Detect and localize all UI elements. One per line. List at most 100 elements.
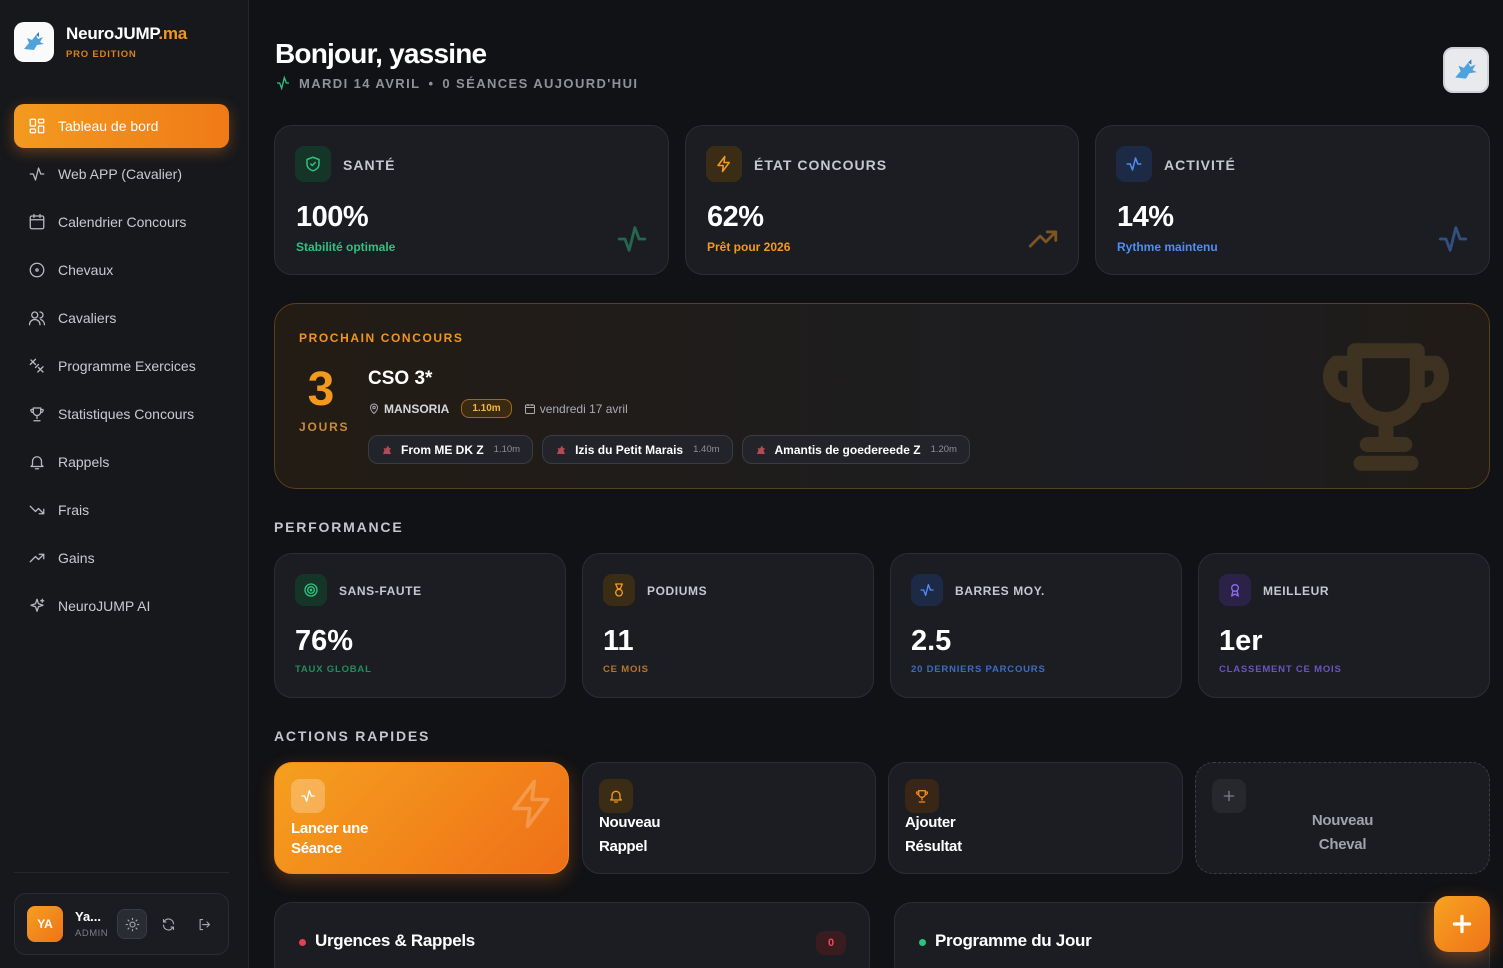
logout-icon — [199, 918, 210, 930]
next-competition-label: PROCHAIN CONCOURS — [299, 331, 464, 345]
brand-name: NeuroJUMP.ma — [66, 24, 188, 43]
brand-logo-icon — [1455, 59, 1477, 79]
sidebar-item-label: NeuroJUMP AI — [58, 598, 151, 614]
map-pin-icon — [369, 403, 379, 414]
stat-value: 14% — [1117, 201, 1174, 233]
trophy-icon — [1322, 343, 1450, 471]
perf-value: 76% — [295, 625, 354, 657]
shield-check-icon — [295, 146, 331, 182]
competition-date: vendredi 17 avril — [539, 401, 628, 416]
sidebar-item-label: Web APP (Cavalier) — [58, 166, 182, 182]
users-icon — [28, 311, 46, 326]
horse-height: 1.40m — [693, 444, 720, 455]
refresh-button[interactable] — [153, 909, 183, 939]
target-icon — [295, 574, 327, 606]
sidebar-item-label: Rappels — [58, 454, 110, 470]
new-horse-button[interactable]: Nouveau Cheval — [1195, 762, 1490, 874]
horse-icon — [557, 445, 566, 454]
performance-title: PERFORMANCE — [274, 519, 404, 535]
sidebar-item-ai[interactable]: NeuroJUMP AI — [14, 584, 229, 628]
plus-icon — [1212, 779, 1246, 813]
sidebar-item-programme[interactable]: Programme Exercices — [14, 344, 229, 388]
status-dot — [299, 939, 306, 946]
horse-icon — [383, 445, 391, 454]
perf-card-sans-faute[interactable]: SANS-FAUTE 76% TAUX GLOBAL — [274, 553, 566, 698]
perf-card-podiums[interactable]: PODIUMS 11 CE MOIS — [582, 553, 874, 698]
sidebar-item-label: Chevaux — [58, 262, 114, 278]
brand[interactable]: NeuroJUMP.ma PRO EDITION — [14, 22, 187, 62]
stat-value: 100% — [296, 201, 369, 233]
sidebar-item-rappels[interactable]: Rappels — [14, 440, 229, 484]
sidebar-item-gains[interactable]: Gains — [14, 536, 229, 580]
horse-name: Amantis de goedereede Z — [774, 442, 921, 457]
action-label: Nouveau Cheval — [1311, 812, 1374, 853]
perf-sub: CE MOIS — [603, 664, 649, 675]
horse-chip[interactable]: Izis du Petit Marais 1.40m — [542, 435, 733, 464]
next-competition-card[interactable]: PROCHAIN CONCOURS 3 JOURS CSO 3* MANSORI… — [274, 303, 1490, 489]
logout-button[interactable] — [189, 909, 219, 939]
action-label: Ajouter Résultat — [905, 814, 962, 855]
perf-sub: TAUX GLOBAL — [295, 664, 372, 675]
perf-card-meilleur[interactable]: MEILLEUR 1er CLASSEMENT CE MOIS — [1198, 553, 1490, 698]
activity-icon — [291, 779, 325, 813]
activity-icon — [617, 226, 647, 252]
competition-location: MANSORIA — [384, 401, 450, 416]
urgences-title: Urgences & Rappels — [315, 931, 475, 950]
horse-chip[interactable]: Amantis de goedereede Z 1.20m — [741, 435, 970, 464]
trophy-icon — [905, 779, 939, 813]
sidebar-item-calendar[interactable]: Calendrier Concours — [14, 200, 229, 244]
start-session-button[interactable]: Lancer une Séance — [274, 762, 569, 874]
sidebar-nav: Tableau de bord Web APP (Cavalier) Calen… — [14, 104, 229, 632]
stat-sub: Prêt pour 2026 — [707, 240, 791, 254]
sidebar-item-cavaliers[interactable]: Cavaliers — [14, 296, 229, 340]
trending-down-icon — [29, 505, 45, 515]
perf-label: PODIUMS — [647, 584, 708, 598]
perf-card-barres[interactable]: BARRES MOY. 2.5 20 DERNIERS PARCOURS — [890, 553, 1182, 698]
avatar[interactable]: YA — [27, 906, 63, 942]
page-title: Bonjour, yassine — [275, 38, 487, 69]
calendar-icon — [524, 403, 535, 414]
activity-icon — [277, 75, 289, 91]
lightning-icon — [706, 146, 742, 182]
stat-label: ACTIVITÉ — [1164, 157, 1236, 173]
sidebar-item-label: Gains — [58, 550, 95, 566]
stat-card-sante[interactable]: SANTÉ 100% Stabilité optimale — [274, 125, 669, 275]
perf-sub: CLASSEMENT CE MOIS — [1219, 664, 1342, 675]
sidebar-item-chevaux[interactable]: Chevaux — [14, 248, 229, 292]
horse-height: 1.10m — [493, 444, 521, 455]
award-icon — [1219, 574, 1251, 606]
calendar-icon — [29, 213, 45, 230]
brand-edition: PRO EDITION — [66, 49, 137, 60]
stat-card-activite[interactable]: ACTIVITÉ 14% Rythme maintenu — [1095, 125, 1490, 275]
perf-label: BARRES MOY. — [955, 584, 1045, 598]
refresh-icon — [162, 918, 174, 930]
theme-toggle-button[interactable] — [117, 909, 147, 939]
height-badge: 1.10m — [461, 399, 512, 418]
lightning-icon — [512, 779, 550, 829]
new-reminder-button[interactable]: Nouveau Rappel — [582, 762, 876, 874]
action-label: Nouveau Rappel — [599, 814, 661, 855]
sidebar-item-frais[interactable]: Frais — [14, 488, 229, 532]
horse-name: Izis du Petit Marais — [575, 442, 684, 457]
sidebar-item-dashboard[interactable]: Tableau de bord — [14, 104, 229, 148]
profile-avatar-button[interactable] — [1443, 47, 1489, 93]
sidebar: NeuroJUMP.ma PRO EDITION Tableau de bord… — [0, 0, 249, 968]
user-name: Ya... — [75, 909, 102, 924]
stat-card-etat-concours[interactable]: ÉTAT CONCOURS 62% Prêt pour 2026 — [685, 125, 1079, 275]
urgences-card: Urgences & Rappels 0 — [274, 902, 870, 968]
add-result-button[interactable]: Ajouter Résultat — [888, 762, 1183, 874]
stat-sub: Rythme maintenu — [1117, 240, 1218, 254]
perf-sub: 20 DERNIERS PARCOURS — [911, 664, 1046, 675]
days-label: JOURS — [299, 420, 350, 434]
sidebar-item-statistiques[interactable]: Statistiques Concours — [14, 392, 229, 436]
trophy-icon — [30, 407, 44, 422]
add-fab-button[interactable] — [1434, 896, 1490, 952]
user-role: ADMIN — [75, 928, 109, 939]
user-card: YA Ya... ADMIN — [14, 893, 229, 955]
action-label: Lancer une Séance — [291, 820, 369, 857]
horse-chip[interactable]: From ME DK Z 1.10m — [368, 435, 534, 464]
date-line: MARDI 14 AVRIL • 0 SÉANCES AUJOURD'HUI — [275, 75, 638, 91]
tools-icon — [29, 358, 44, 373]
stat-label: ÉTAT CONCOURS — [754, 157, 888, 173]
sidebar-item-webapp[interactable]: Web APP (Cavalier) — [14, 152, 229, 196]
